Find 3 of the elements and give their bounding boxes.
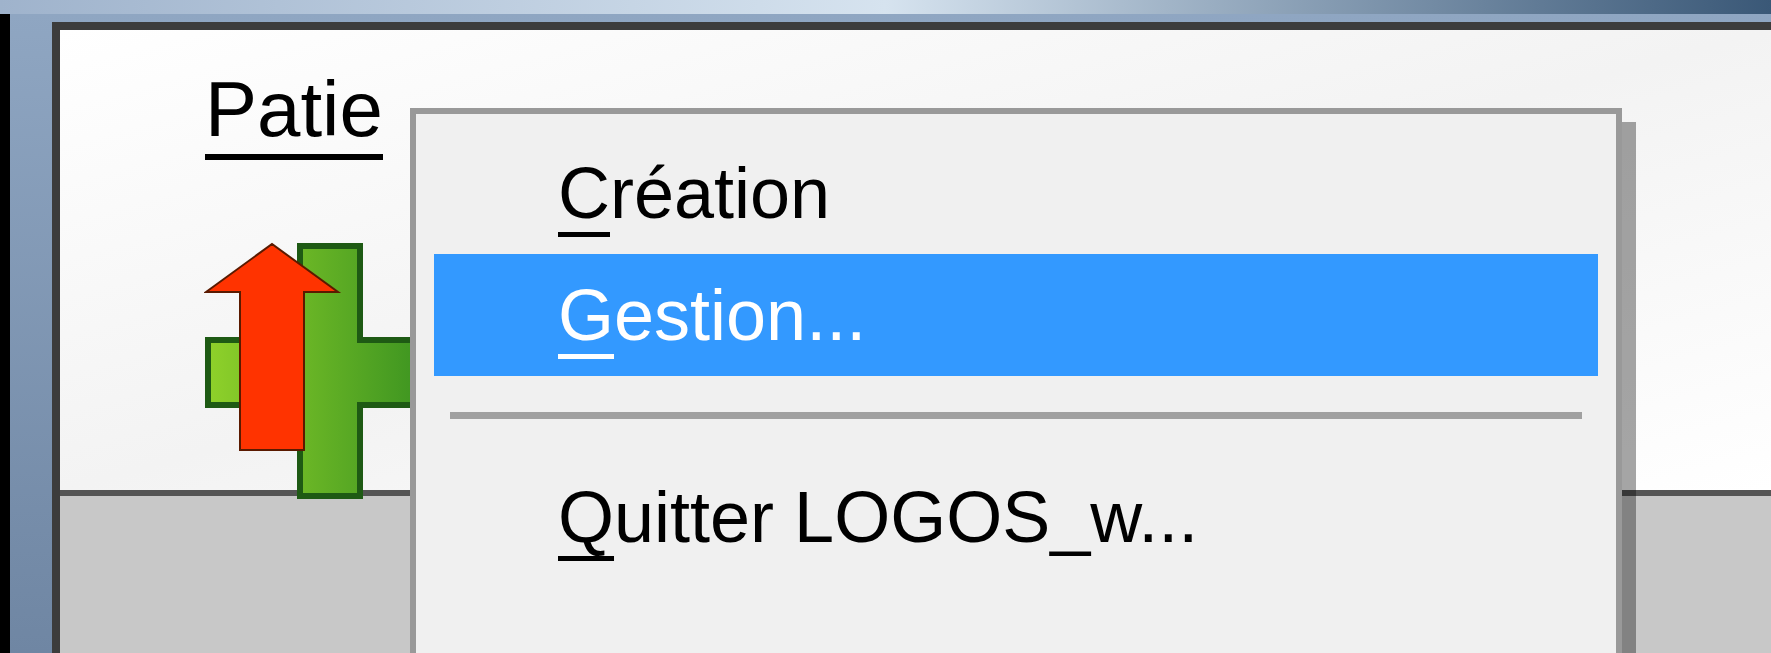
menu-option[interactable]: Quitter LOGOS_w...: [434, 456, 1598, 578]
menu-option[interactable]: Création: [434, 132, 1598, 254]
menu-item[interactable]: Patie: [205, 70, 383, 160]
